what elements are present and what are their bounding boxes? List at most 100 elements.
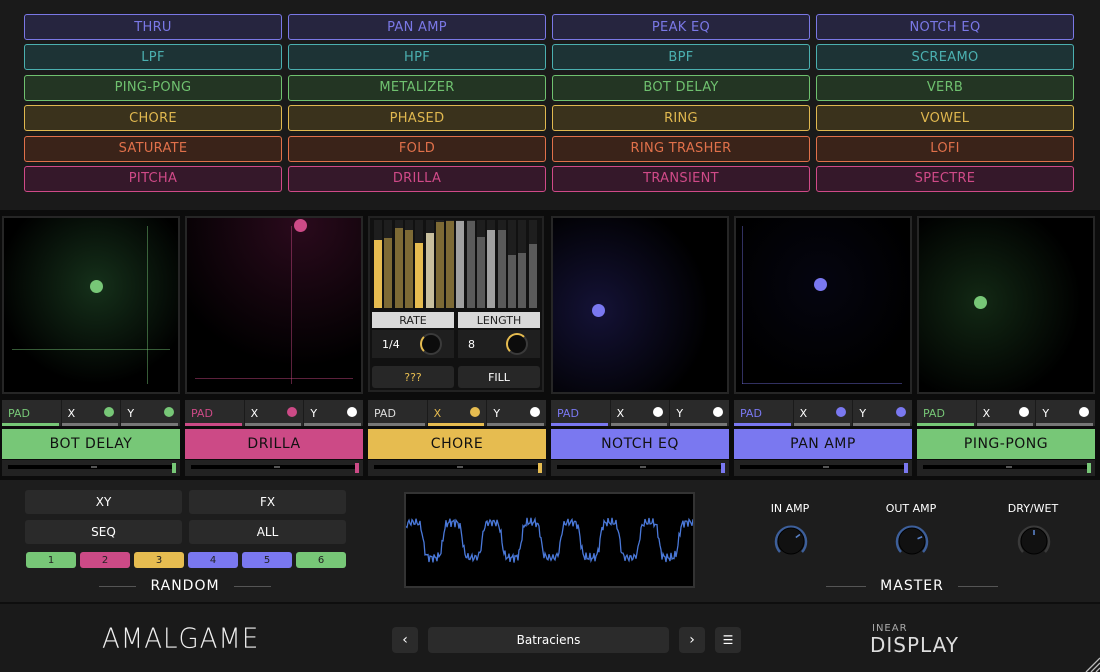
fx-button-pitcha[interactable]: PITCHA [24,165,282,192]
slot-fx-name[interactable]: BOT DELAY [2,429,180,459]
slot-mix-slider[interactable] [551,460,729,476]
tab-pad[interactable]: PAD [185,400,245,426]
pad-point[interactable] [973,295,987,309]
fx-button-bot-delay[interactable]: BOT DELAY [552,74,810,101]
fx-button-spectre[interactable]: SPECTRE [816,165,1074,192]
slot-fx-name[interactable]: NOTCH EQ [551,429,729,459]
tab-x[interactable]: X [610,400,671,426]
fill-button[interactable]: FILL [458,366,540,388]
fx-button-ping-pong[interactable]: PING-PONG [24,74,282,101]
fx-button-thru[interactable]: THRU [24,14,282,40]
slot-mix-slider[interactable] [368,460,546,476]
slider-thumb[interactable] [721,463,725,473]
sequencer-step[interactable] [518,220,527,308]
random-slot-2-button[interactable]: 2 [80,552,130,568]
rate-knob[interactable] [420,333,442,355]
tab-y[interactable]: Y [1036,400,1095,426]
tab-y[interactable]: Y [304,400,363,426]
resize-handle-icon[interactable] [1082,654,1100,672]
fx-button-notch-eq[interactable]: NOTCH EQ [816,14,1074,40]
master-knob-in-amp[interactable] [772,522,810,560]
slider-thumb[interactable] [904,463,908,473]
xy-pad[interactable] [2,216,180,394]
sequencer-step[interactable] [466,220,475,308]
xy-pad[interactable] [185,216,363,394]
preset-name[interactable]: Batraciens [428,627,669,653]
sequencer-step[interactable] [425,220,434,308]
slot-mix-slider[interactable] [185,460,363,476]
sequencer-step[interactable] [507,220,516,308]
pad-point[interactable] [592,304,606,318]
fx-button-verb[interactable]: VERB [816,74,1074,101]
master-knob-out-amp[interactable] [893,522,931,560]
tab-x[interactable]: X [61,400,122,426]
random-slot-6-button[interactable]: 6 [296,552,346,568]
random-slot-4-button[interactable]: 4 [188,552,238,568]
slot-mix-slider[interactable] [2,460,180,476]
sequencer-step[interactable] [497,220,506,308]
fx-button-metalizer[interactable]: METALIZER [288,74,546,101]
fx-button-phased[interactable]: PHASED [288,105,546,132]
fx-button-hpf[interactable]: HPF [288,44,546,71]
xy-pad[interactable] [917,216,1095,394]
random-fx-button[interactable]: FX [189,490,346,514]
fx-button-transient[interactable]: TRANSIENT [552,165,810,192]
next-preset-button[interactable]: › [679,627,705,653]
tab-pad[interactable]: PAD [551,400,611,426]
pad-point[interactable] [294,218,308,232]
fx-button-pan-amp[interactable]: PAN AMP [288,14,546,40]
tab-pad[interactable]: PAD [2,400,62,426]
tab-x[interactable]: X [244,400,305,426]
preset-menu-button[interactable]: ☰ [715,627,741,653]
tab-pad[interactable]: PAD [734,400,794,426]
fx-button-saturate[interactable]: SATURATE [24,135,282,162]
tab-y[interactable]: Y [670,400,729,426]
slot-fx-name[interactable]: DRILLA [185,429,363,459]
sequencer-step[interactable] [415,220,424,308]
sequencer-step[interactable] [394,220,403,308]
random-steps-button[interactable]: ??? [372,366,454,388]
master-knob-dry-wet[interactable] [1015,522,1053,560]
sequencer-step[interactable] [404,220,413,308]
slider-thumb[interactable] [172,463,176,473]
slot-fx-name[interactable]: PAN AMP [734,429,912,459]
random-slot-3-button[interactable]: 3 [134,552,184,568]
fx-button-fold[interactable]: FOLD [288,135,546,162]
fx-button-lpf[interactable]: LPF [24,44,282,71]
sequencer-step[interactable] [477,220,485,308]
xy-pad[interactable] [551,216,729,394]
tab-pad[interactable]: PAD [368,400,428,426]
random-seq-button[interactable]: SEQ [25,520,182,544]
fx-button-vowel[interactable]: VOWEL [816,105,1074,132]
fx-button-chore[interactable]: CHORE [24,105,282,132]
random-xy-button[interactable]: XY [25,490,182,514]
tab-x[interactable]: X [793,400,854,426]
slider-thumb[interactable] [538,463,542,473]
fx-button-bpf[interactable]: BPF [552,44,810,71]
tab-pad[interactable]: PAD [917,400,977,426]
fx-button-peak-eq[interactable]: PEAK EQ [552,14,810,40]
tab-y[interactable]: Y [853,400,912,426]
length-knob[interactable] [506,333,528,355]
sequencer-step[interactable] [487,220,496,308]
sequencer-step[interactable] [374,220,382,308]
slider-thumb[interactable] [1087,463,1091,473]
tab-y[interactable]: Y [487,400,546,426]
fx-button-screamo[interactable]: SCREAMO [816,44,1074,71]
fx-button-drilla[interactable]: DRILLA [288,165,546,192]
tab-y[interactable]: Y [121,400,180,426]
tab-x[interactable]: X [976,400,1037,426]
slot-fx-name[interactable]: CHORE [368,429,546,459]
sequencer-step[interactable] [528,220,537,308]
fx-button-lofi[interactable]: LOFI [816,135,1074,162]
prev-preset-button[interactable]: ‹ [392,627,418,653]
slot-mix-slider[interactable] [734,460,912,476]
pad-point[interactable] [813,278,827,292]
sequencer-step[interactable] [446,220,455,308]
random-slot-5-button[interactable]: 5 [242,552,292,568]
random-slot-1-button[interactable]: 1 [26,552,76,568]
fx-button-ring-trasher[interactable]: RING TRASHER [552,135,810,162]
random-all-button[interactable]: ALL [189,520,346,544]
fx-button-ring[interactable]: RING [552,105,810,132]
slot-mix-slider[interactable] [917,460,1095,476]
